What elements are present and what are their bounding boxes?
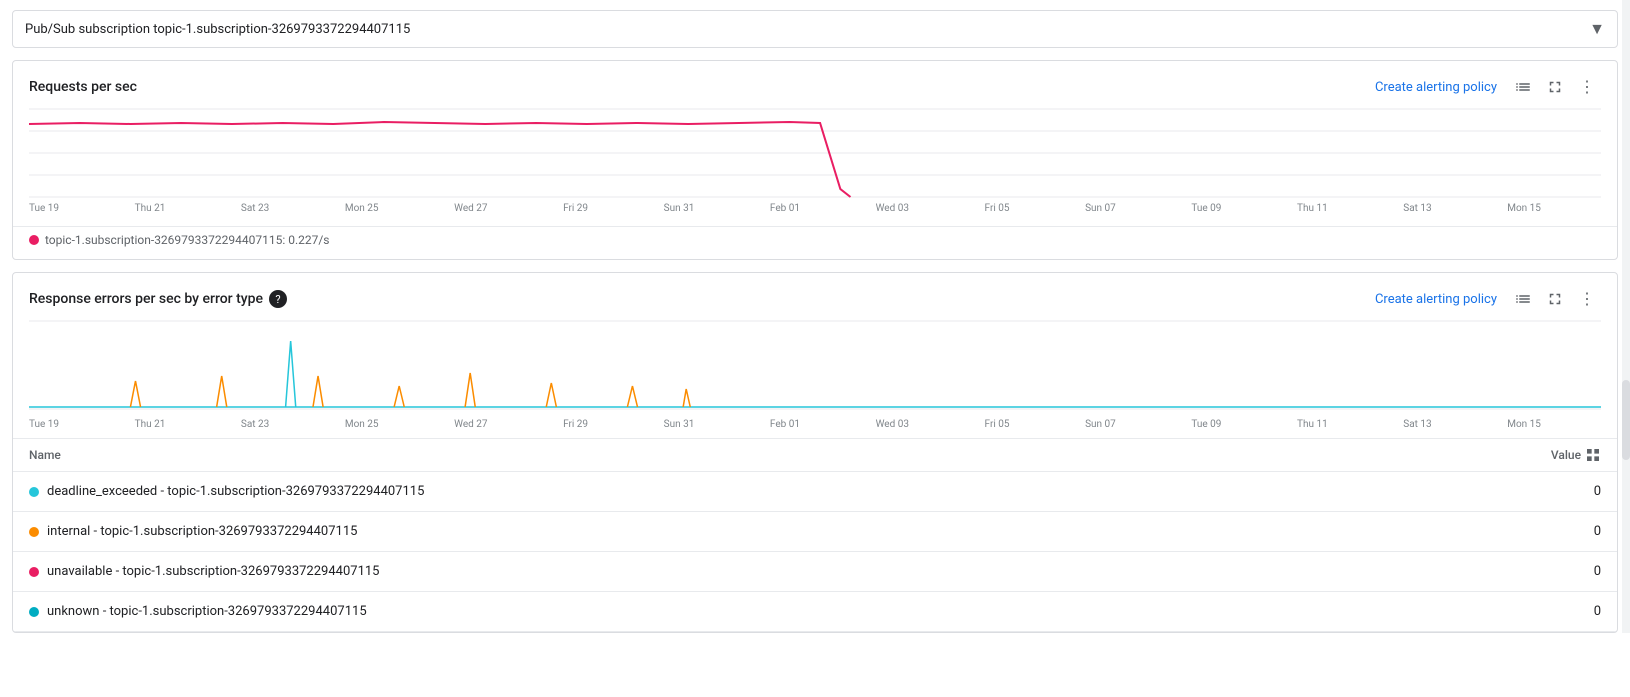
col-name-header: Name (29, 448, 1551, 462)
y-label-2b: 0 (1606, 400, 1618, 411)
chart2-header: Response errors per sec by error type ? … (13, 273, 1617, 313)
y-label: 0.2/s (1607, 188, 1618, 199)
x-label: Sun 07 (1085, 203, 1116, 214)
chart1-legend: topic-1.subscription-326979337229440711​… (13, 226, 1617, 259)
x-label: Fri 29 (563, 203, 588, 214)
x-label: Sun 31 (664, 419, 695, 430)
create-alerting-policy-button-2[interactable]: Create alerting policy (1375, 292, 1497, 307)
x-label: Feb 01 (770, 203, 800, 214)
more-options-icon-2[interactable]: ⋮ (1573, 285, 1601, 313)
y-label: 0.6/s (1607, 109, 1618, 120)
x-label: Sun 31 (664, 203, 695, 214)
x-label: Tue 19 (29, 203, 59, 214)
x-label: Wed 27 (454, 419, 487, 430)
help-icon[interactable]: ? (269, 290, 287, 308)
table-row: deadline_exceeded - topic-1.subscription… (13, 472, 1617, 512)
chart2-actions: Create alerting policy ⋮ (1375, 285, 1601, 313)
x-label: Mon 25 (345, 203, 379, 214)
chart1-x-axis: Tue 19 Thu 21 Sat 23 Mon 25 Wed 27 Fri 2… (13, 199, 1557, 222)
x-label: Thu 11 (1297, 203, 1328, 214)
x-label: Feb 01 (770, 419, 800, 430)
table-header: Name Value (13, 438, 1617, 472)
x-label: Sat 23 (241, 203, 269, 214)
x-label: Wed 27 (454, 203, 487, 214)
row-dot (29, 487, 39, 497)
x-label: Tue 09 (1191, 203, 1221, 214)
y-label: 0.4/s (1607, 149, 1618, 160)
legend-toggle-icon-2[interactable] (1509, 285, 1537, 313)
row-dot (29, 527, 39, 537)
row-name: unavailable - topic-1.subscription-32697… (47, 564, 380, 579)
row-dot (29, 607, 39, 617)
table-row: unavailable - topic-1.subscription-32697… (13, 552, 1617, 592)
table-row: internal - topic-1.subscription-32697933… (13, 512, 1617, 552)
create-alerting-policy-button-1[interactable]: Create alerting policy (1375, 80, 1497, 95)
x-label: Fri 05 (985, 419, 1010, 430)
y-label: 0.5/s (1607, 129, 1618, 140)
x-label: Thu 21 (135, 419, 166, 430)
requests-per-sec-chart: Requests per sec Create alerting policy … (12, 60, 1618, 260)
x-label: Mon 25 (345, 419, 379, 430)
x-label: Wed 03 (876, 419, 909, 430)
more-options-icon[interactable]: ⋮ (1573, 73, 1601, 101)
chevron-down-icon: ▼ (1589, 19, 1605, 39)
y-label: 0.3/s (1607, 168, 1618, 179)
x-label: Thu 21 (135, 203, 166, 214)
chart2-title: Response errors per sec by error type (29, 291, 263, 307)
x-label: Fri 05 (985, 203, 1010, 214)
x-label: Mon 15 (1507, 203, 1541, 214)
legend-toggle-icon[interactable] (1509, 73, 1537, 101)
chart1-plot-area: 0.6/s 0.5/s 0.4/s 0.3/s 0.2/s (29, 109, 1601, 199)
response-errors-chart: Response errors per sec by error type ? … (12, 272, 1618, 633)
scrollbar-track[interactable] (1622, 0, 1630, 633)
row-name: unknown - topic-1.subscription-326979337… (47, 604, 367, 619)
legend-label-1: topic-1.subscription-326979337229440711​… (45, 233, 330, 247)
error-type-table: Name Value deadline_exceeded - topic-1.s… (13, 438, 1617, 632)
chart2-x-axis: Tue 19 Thu 21 Sat 23 Mon 25 Wed 27 Fri 2… (13, 415, 1557, 438)
row-dot (29, 567, 39, 577)
x-label: Sun 07 (1085, 419, 1116, 430)
fullscreen-icon-2[interactable] (1541, 285, 1569, 313)
row-value: 0 (1594, 604, 1601, 619)
scrollbar-thumb[interactable] (1622, 380, 1630, 460)
row-name: internal - topic-1.subscription-32697933… (47, 524, 357, 539)
x-label: Sat 13 (1403, 203, 1431, 214)
x-label: Thu 11 (1297, 419, 1328, 430)
row-value: 0 (1594, 484, 1601, 499)
subscription-dropdown[interactable]: Pub/Sub subscription topic-1.subscriptio… (12, 10, 1618, 48)
col-value-header: Value (1551, 447, 1601, 463)
chart1-actions: Create alerting policy ⋮ (1375, 73, 1601, 101)
x-label: Fri 29 (563, 419, 588, 430)
y-label-2a: 0.001/s (1606, 321, 1618, 332)
legend-dot-1 (29, 235, 39, 245)
x-label: Wed 03 (876, 203, 909, 214)
row-name: deadline_exceeded - topic-1.subscription… (47, 484, 424, 499)
x-label: Sat 13 (1403, 419, 1431, 430)
dropdown-selected-value: Pub/Sub subscription topic-1.subscriptio… (25, 22, 1589, 37)
fullscreen-icon[interactable] (1541, 73, 1569, 101)
chart1-title: Requests per sec (29, 79, 137, 95)
table-row: unknown - topic-1.subscription-326979337… (13, 592, 1617, 632)
x-label: Tue 19 (29, 419, 59, 430)
x-label: Mon 15 (1507, 419, 1541, 430)
chart2-plot-area: 0.001/s 0 (29, 321, 1601, 411)
row-value: 0 (1594, 524, 1601, 539)
row-value: 0 (1594, 564, 1601, 579)
chart1-header: Requests per sec Create alerting policy … (13, 61, 1617, 101)
x-label: Tue 09 (1191, 419, 1221, 430)
x-label: Sat 23 (241, 419, 269, 430)
